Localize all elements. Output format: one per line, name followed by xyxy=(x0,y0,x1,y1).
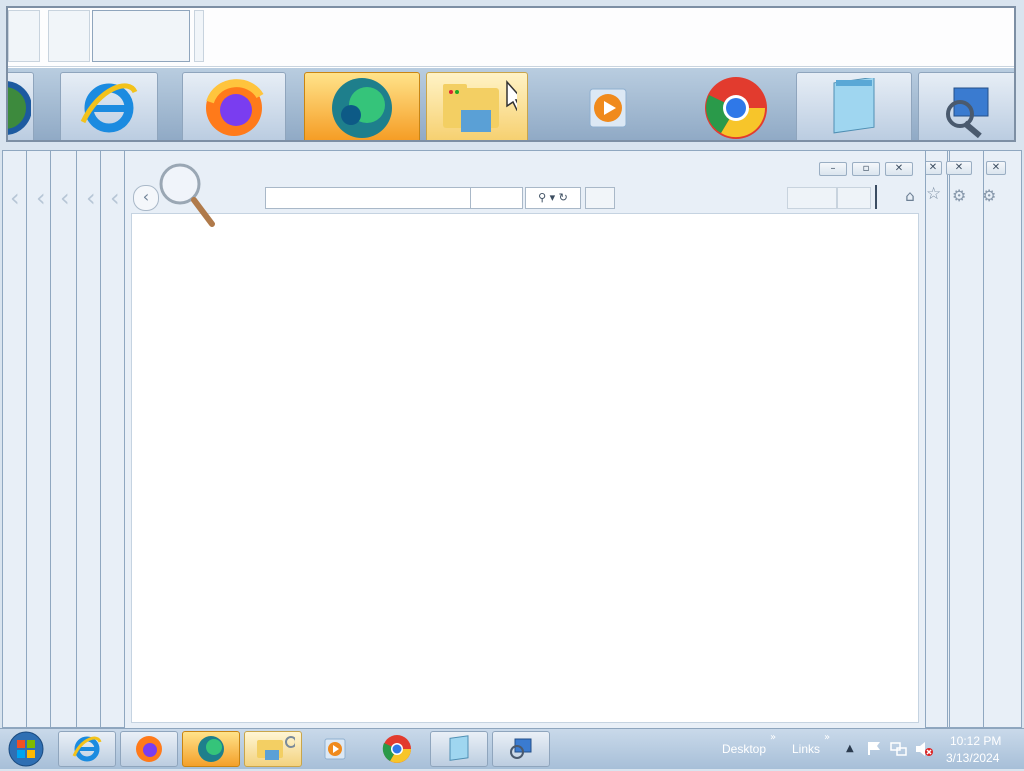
links-toolbar-label[interactable]: Links xyxy=(792,742,820,756)
magnified-start-orb-edge xyxy=(8,72,34,140)
desktop-toolbar-label[interactable]: Desktop xyxy=(722,742,766,756)
taskbar-app-media-player[interactable] xyxy=(306,731,364,767)
tab-placeholder[interactable] xyxy=(837,187,871,209)
show-hidden-icons-button[interactable]: ▲ xyxy=(846,743,854,754)
home-icon[interactable]: ⌂ xyxy=(901,187,919,205)
magnified-chrome-button xyxy=(676,72,796,140)
edge-icon xyxy=(332,78,392,138)
stacked-back-icon: ‹ xyxy=(36,184,46,212)
chrome-icon xyxy=(382,735,411,763)
favorites-icon[interactable]: ☆ xyxy=(926,184,941,204)
notepad-icon xyxy=(449,735,469,761)
file-explorer-icon xyxy=(257,736,295,760)
remote-desktop-icon xyxy=(510,738,532,759)
stacked-back-icon: ‹ xyxy=(86,184,96,212)
tab-placeholder[interactable] xyxy=(787,187,837,209)
search-icon[interactable]: ⚲ ▾ xyxy=(538,191,555,204)
taskbar-app-chrome[interactable] xyxy=(368,731,426,767)
stacked-back-icon: ‹ xyxy=(110,184,120,212)
clock-date[interactable]: 3/13/2024 xyxy=(946,751,999,765)
desktop-toolbar-chevron[interactable]: » xyxy=(770,732,776,743)
magnified-frame-edge xyxy=(8,10,40,62)
navigation-bar: ‹ ⚲ ▾ ↻ xyxy=(131,183,919,211)
maximize-button[interactable]: ▫ xyxy=(852,162,880,176)
magnified-taskbar xyxy=(8,68,1014,140)
magnified-remote-button xyxy=(918,72,1014,140)
magnified-ie-button xyxy=(60,72,158,140)
taskbar-app-remote-desktop[interactable] xyxy=(492,731,550,767)
remote-desktop-icon xyxy=(946,87,989,138)
magnified-frame-edge xyxy=(48,10,90,62)
edge-icon xyxy=(198,736,224,762)
magnified-frame-edge xyxy=(92,10,190,62)
magnified-media-button xyxy=(548,72,670,140)
close-button[interactable]: ✕ xyxy=(885,162,913,176)
windows-logo-icon xyxy=(8,731,44,767)
media-player-icon xyxy=(589,88,627,128)
start-button[interactable] xyxy=(6,731,46,767)
refresh-icon[interactable]: ↻ xyxy=(559,191,568,204)
taskbar-app-internet-explorer[interactable] xyxy=(58,731,116,767)
taskbar-app-notepad[interactable] xyxy=(430,731,488,767)
magnifier-view xyxy=(6,6,1016,142)
magnified-window-top xyxy=(8,8,1014,67)
address-bar[interactable] xyxy=(265,187,471,209)
magnified-notepad-button xyxy=(796,72,912,140)
magnifier-lens xyxy=(158,160,222,234)
magnified-frame-edge xyxy=(194,10,204,62)
magnified-explorer-button xyxy=(426,72,528,140)
stacked-back-icon: ‹ xyxy=(10,184,20,212)
firefox-icon xyxy=(206,79,264,136)
search-refresh-group[interactable]: ⚲ ▾ ↻ xyxy=(525,187,581,209)
chrome-icon xyxy=(705,77,767,139)
stacked-tools-icon[interactable]: ⚙ xyxy=(982,186,996,205)
stacked-tools-icon[interactable]: ⚙ xyxy=(952,186,966,205)
taskbar: Desktop » Links » ▲ 10:12 PM 3/13/2024 xyxy=(0,728,1024,769)
network-icon[interactable] xyxy=(890,740,908,762)
stacked-back-icon: ‹ xyxy=(60,184,70,212)
links-toolbar-chevron[interactable]: » xyxy=(824,732,830,743)
title-bar: – ▫ ✕ xyxy=(125,151,925,181)
stacked-close-button[interactable]: ✕ xyxy=(924,161,942,175)
taskbar-app-firefox[interactable] xyxy=(120,731,178,767)
internet-explorer-icon xyxy=(80,83,138,133)
page-content xyxy=(131,213,919,723)
taskbar-app-file-explorer[interactable] xyxy=(244,731,302,767)
new-tab-button[interactable] xyxy=(585,187,615,209)
magnifier-icon xyxy=(159,163,215,227)
address-bar-segment[interactable] xyxy=(471,187,523,209)
action-center-flag-icon[interactable] xyxy=(866,740,882,760)
minimize-button[interactable]: – xyxy=(819,162,847,176)
media-player-icon xyxy=(324,738,346,760)
toolbar-separator xyxy=(875,185,877,209)
taskbar-app-edge[interactable] xyxy=(182,731,240,767)
clock-time[interactable]: 10:12 PM xyxy=(950,734,1001,748)
notepad-icon xyxy=(833,78,875,134)
browser-window: – ▫ ✕ ‹ ⚲ ▾ ↻ ⌂ xyxy=(124,150,926,730)
file-explorer-icon xyxy=(443,80,517,132)
stacked-close-button[interactable]: ✕ xyxy=(986,161,1006,175)
magnified-firefox-button xyxy=(182,72,286,140)
volume-muted-icon[interactable] xyxy=(914,740,934,762)
firefox-icon xyxy=(136,736,162,762)
magnified-edge-button xyxy=(304,72,420,140)
internet-explorer-icon xyxy=(72,736,102,762)
stacked-close-button[interactable]: ✕ xyxy=(946,161,972,175)
back-button[interactable]: ‹ xyxy=(133,185,159,211)
